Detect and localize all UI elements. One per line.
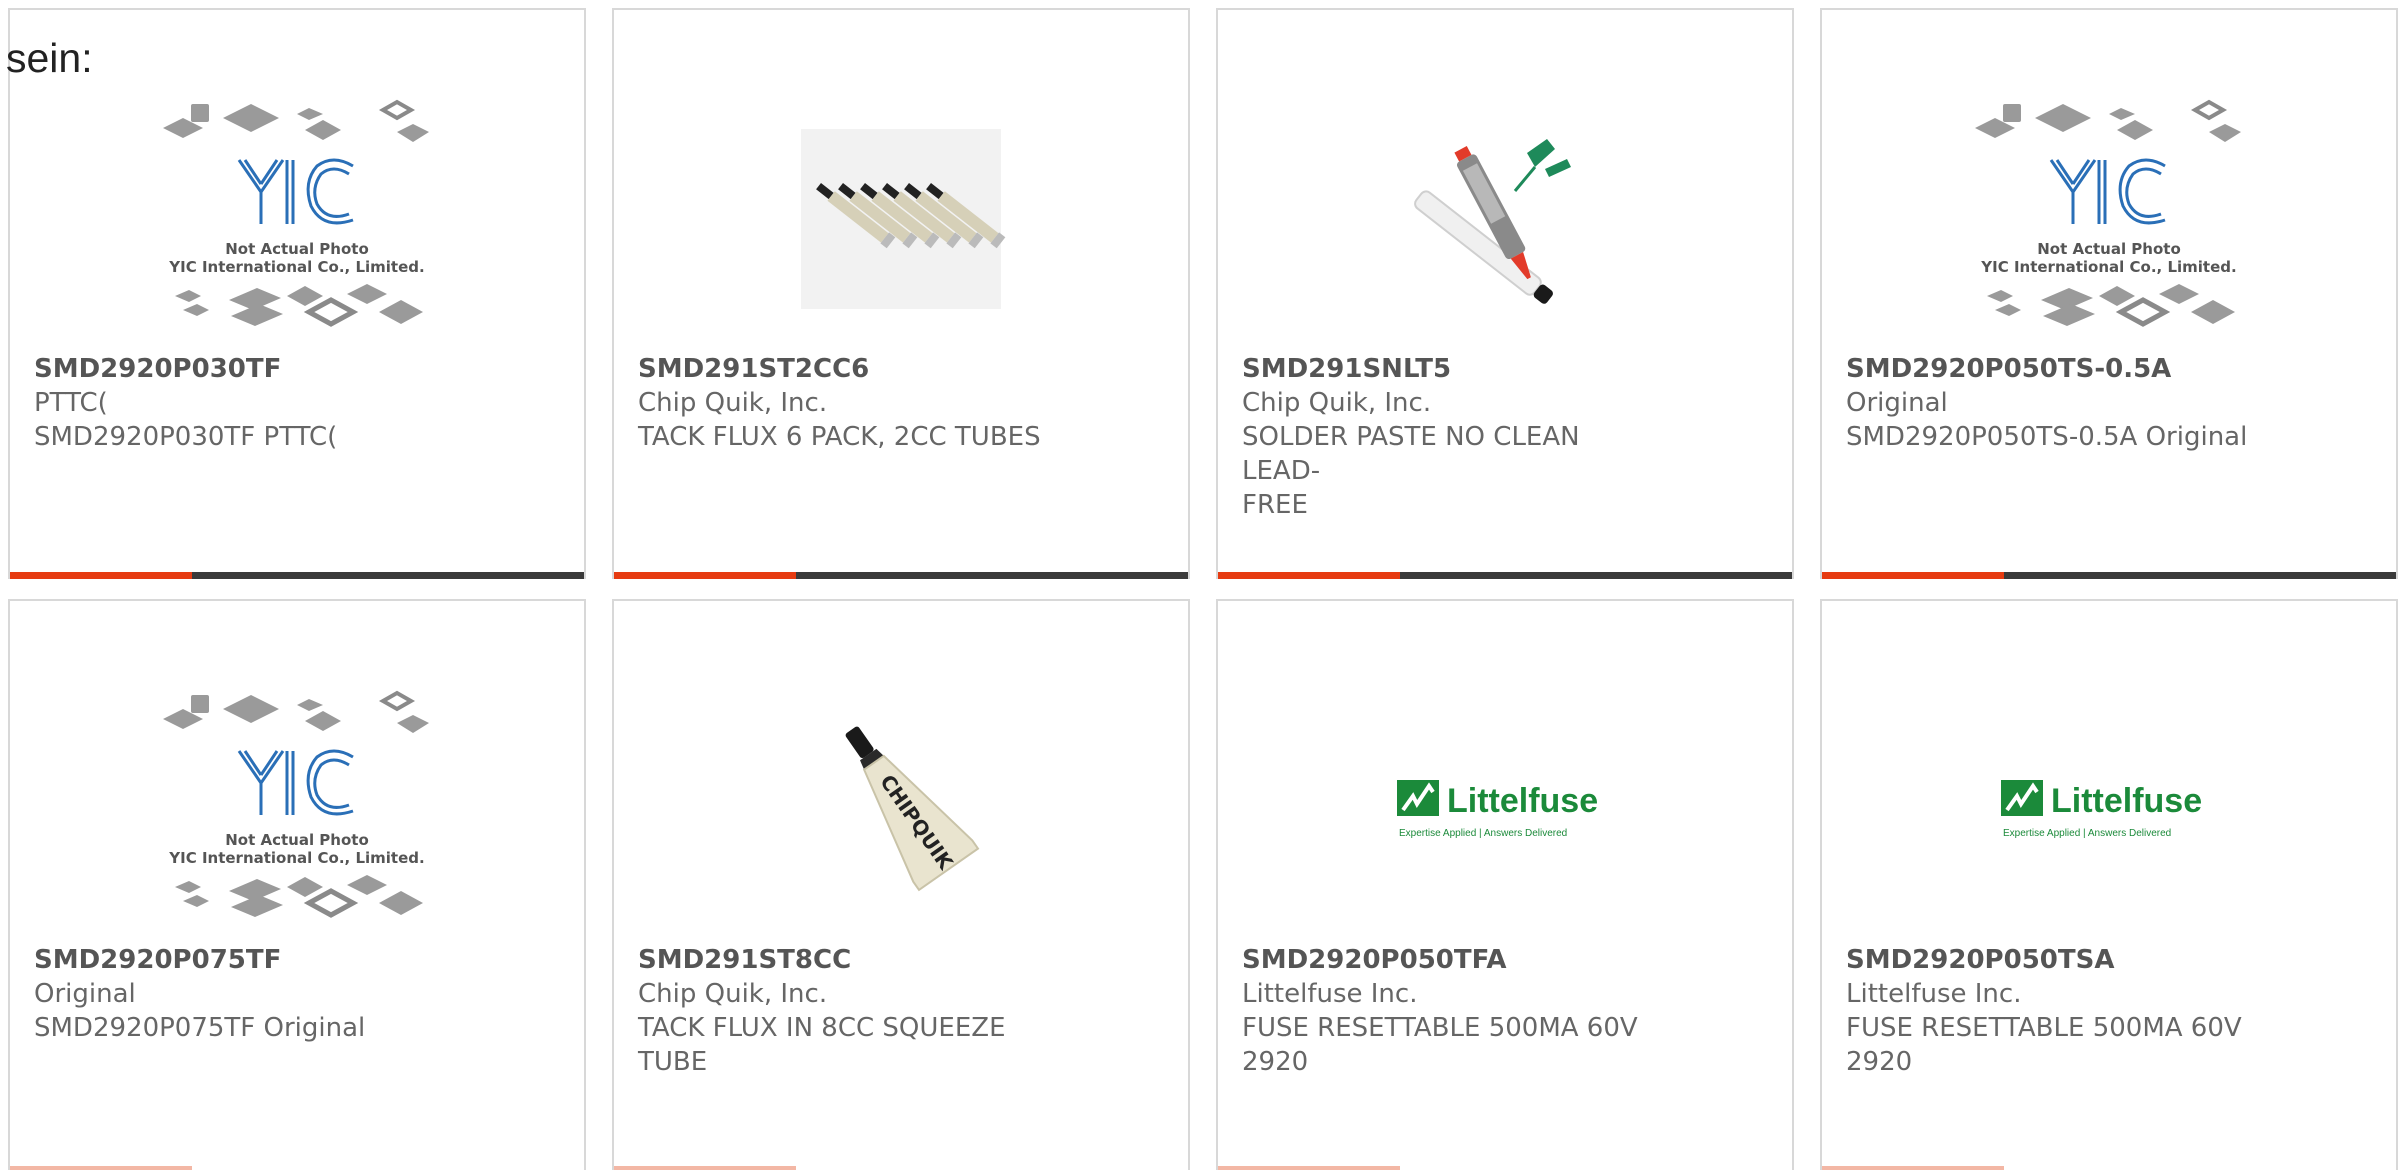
yic-image-line-1: Not Actual Photo	[2037, 240, 2181, 258]
card-bar	[1822, 1166, 2396, 1170]
yic-placeholder-image[interactable]: Not Actual Photo YIC International Co., …	[1822, 92, 2396, 345]
littelfuse-logo-text: Littelfuse	[2051, 782, 2202, 820]
card-bar	[10, 572, 584, 579]
product-card[interactable]: SMD291ST2CC6 Chip Quik, Inc. TACK FLUX 6…	[612, 8, 1190, 579]
product-card[interactable]: Not Actual Photo YIC International Co., …	[1820, 8, 2398, 579]
description-line-2: TUBE	[638, 1047, 708, 1077]
card-bar	[614, 1166, 1188, 1170]
littelfuse-tagline: Expertise Applied | Answers Delivered	[2003, 828, 2171, 839]
description-line-1: FUSE RESETTABLE 500MA 60V	[1846, 1013, 2242, 1043]
description: TACK FLUX 6 PACK, 2CC TUBES	[638, 422, 1041, 452]
card-bar	[614, 572, 1188, 579]
product-card[interactable]: SMD291SNLT5 Chip Quik, Inc. SOLDER PASTE…	[1216, 8, 1794, 579]
description-line-2: 2920	[1242, 1047, 1309, 1077]
yic-placeholder-image[interactable]: Not Actual Photo YIC International Co., …	[10, 92, 584, 345]
yic-image-line-2: YIC International Co., Limited.	[168, 258, 424, 276]
page-label: sein:	[6, 35, 93, 81]
product-card[interactable]: Littelfuse Expertise Applied | Answers D…	[1216, 599, 1794, 1170]
description: SMD2920P075TF Original	[34, 1013, 366, 1043]
part-number-link[interactable]: SMD291SNLT5	[1242, 352, 1662, 386]
part-number-link[interactable]: SMD2920P050TS-0.5A	[1846, 352, 2266, 386]
manufacturer: Littelfuse Inc.	[1242, 979, 1418, 1009]
product-grid: Not Actual Photo YIC International Co., …	[8, 8, 2398, 1170]
manufacturer: Original	[1846, 388, 1948, 418]
yic-image-line-2: YIC International Co., Limited.	[168, 849, 424, 867]
product-info: SMD2920P030TF PTTC( SMD2920P030TF PTTC(	[34, 352, 454, 454]
manufacturer: Chip Quik, Inc.	[1242, 388, 1432, 418]
manufacturer: PTTC(	[34, 388, 108, 418]
product-card[interactable]: Not Actual Photo YIC International Co., …	[8, 599, 586, 1170]
littelfuse-logo-text: Littelfuse	[1447, 782, 1598, 820]
chipquik-tube-image[interactable]: CHIPQUIK	[614, 683, 1188, 936]
card-bar	[10, 1166, 584, 1170]
product-info: SMD2920P050TFA Littelfuse Inc. FUSE RESE…	[1242, 943, 1662, 1079]
part-number-link[interactable]: SMD2920P030TF	[34, 352, 454, 386]
littelfuse-logo[interactable]: Littelfuse Expertise Applied | Answers D…	[1822, 683, 2396, 936]
description-line-1: SOLDER PASTE NO CLEAN LEAD-	[1242, 422, 1580, 486]
manufacturer: Original	[34, 979, 136, 1009]
description-line-1: FUSE RESETTABLE 500MA 60V	[1242, 1013, 1638, 1043]
card-bar	[1218, 1166, 1792, 1170]
product-info: SMD291ST8CC Chip Quik, Inc. TACK FLUX IN…	[638, 943, 1058, 1079]
littelfuse-logo[interactable]: Littelfuse Expertise Applied | Answers D…	[1218, 683, 1792, 936]
product-info: SMD2920P075TF Original SMD2920P075TF Ori…	[34, 943, 454, 1045]
card-bar	[1218, 572, 1792, 579]
product-info: SMD2920P050TSA Littelfuse Inc. FUSE RESE…	[1846, 943, 2266, 1079]
part-number-link[interactable]: SMD2920P050TSA	[1846, 943, 2266, 977]
product-info: SMD291SNLT5 Chip Quik, Inc. SOLDER PASTE…	[1242, 352, 1662, 522]
description-line-1: TACK FLUX IN 8CC SQUEEZE	[638, 1013, 1006, 1043]
solder-syringe-image[interactable]	[1218, 92, 1792, 345]
littelfuse-tagline: Expertise Applied | Answers Delivered	[1399, 828, 1567, 839]
description-line-2: FREE	[1242, 490, 1308, 520]
flux-tubes-image[interactable]	[614, 92, 1188, 345]
part-number-link[interactable]: SMD291ST8CC	[638, 943, 1058, 977]
yic-image-line-1: Not Actual Photo	[225, 831, 369, 849]
description: SMD2920P030TF PTTC(	[34, 422, 338, 452]
product-card[interactable]: CHIPQUIK SMD291ST8CC Chip Quik, Inc. TAC…	[612, 599, 1190, 1170]
yic-placeholder-image[interactable]: Not Actual Photo YIC International Co., …	[10, 683, 584, 936]
product-info: SMD2920P050TS-0.5A Original SMD2920P050T…	[1846, 352, 2266, 454]
part-number-link[interactable]: SMD291ST2CC6	[638, 352, 1058, 386]
description: SMD2920P050TS-0.5A Original	[1846, 422, 2248, 452]
manufacturer: Chip Quik, Inc.	[638, 979, 828, 1009]
part-number-link[interactable]: SMD2920P050TFA	[1242, 943, 1662, 977]
yic-image-line-2: YIC International Co., Limited.	[1980, 258, 2236, 276]
card-bar	[1822, 572, 2396, 579]
product-card[interactable]: Not Actual Photo YIC International Co., …	[8, 8, 586, 579]
manufacturer: Chip Quik, Inc.	[638, 388, 828, 418]
product-info: SMD291ST2CC6 Chip Quik, Inc. TACK FLUX 6…	[638, 352, 1058, 454]
description-line-2: 2920	[1846, 1047, 1913, 1077]
manufacturer: Littelfuse Inc.	[1846, 979, 2022, 1009]
part-number-link[interactable]: SMD2920P075TF	[34, 943, 454, 977]
yic-image-line-1: Not Actual Photo	[225, 240, 369, 258]
product-card[interactable]: Littelfuse Expertise Applied | Answers D…	[1820, 599, 2398, 1170]
